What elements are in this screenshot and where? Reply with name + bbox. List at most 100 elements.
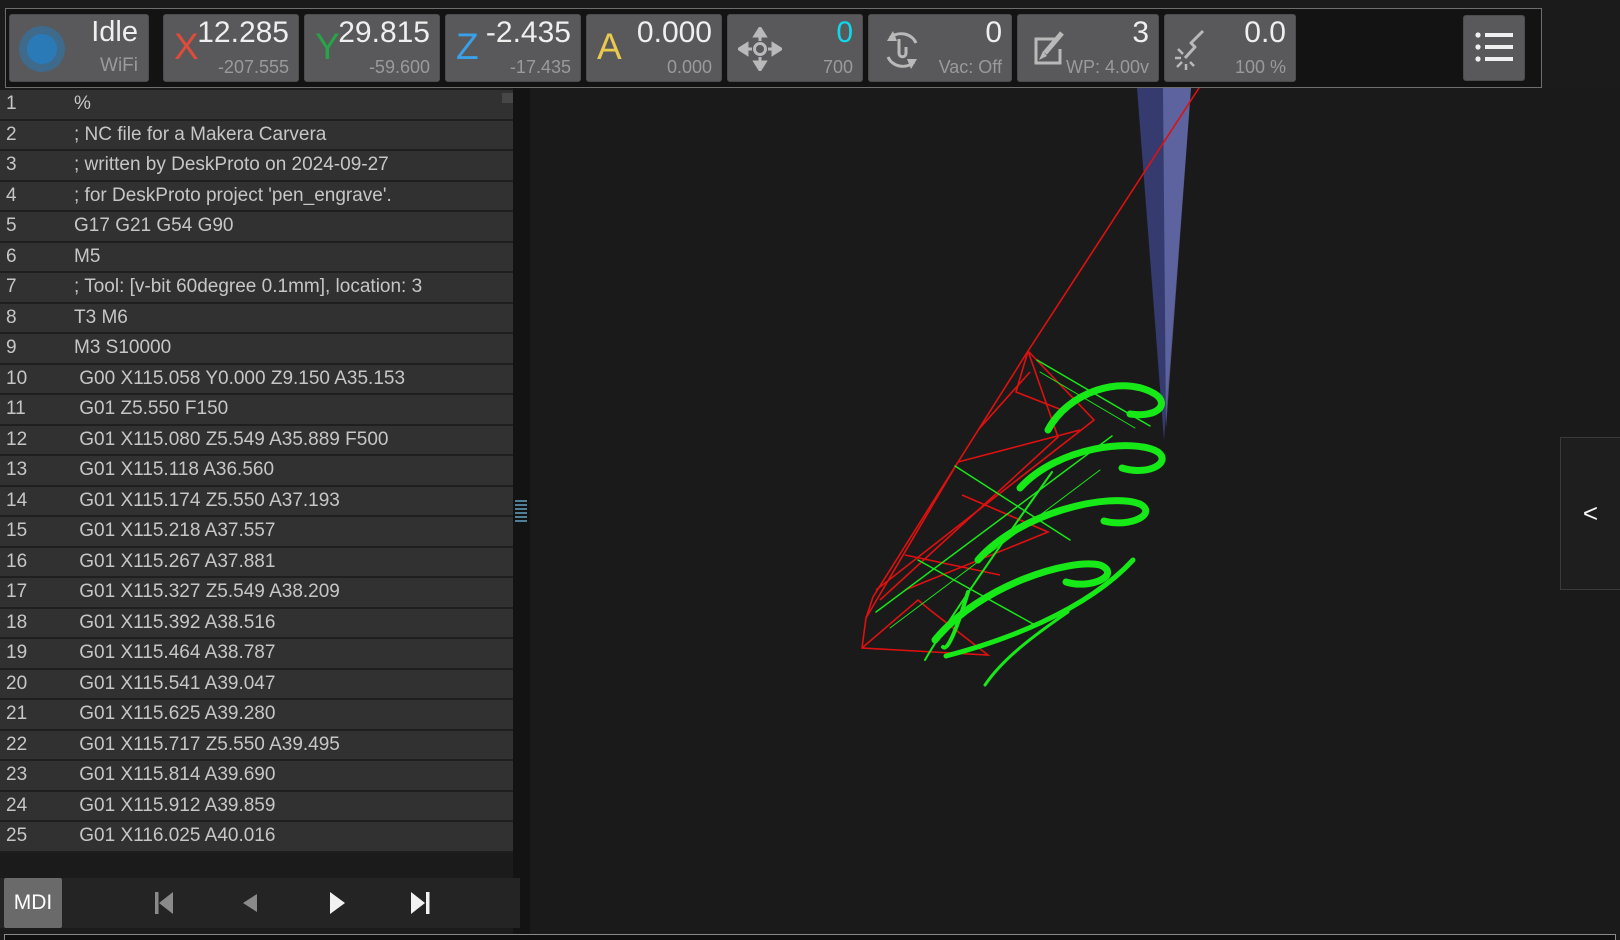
gcode-line-number: 12 — [0, 429, 74, 451]
gcode-line-text: G01 X115.464 A38.787 — [74, 642, 275, 664]
gcode-panel: 1 % 2 ; NC file for a Makera Carvera 3 ;… — [0, 90, 513, 855]
spindle-value: 0 — [985, 16, 1002, 50]
laser-value: 0.0 — [1244, 16, 1286, 50]
gcode-line[interactable]: 15 G01 X115.218 A37.557 — [0, 517, 513, 548]
axis-letter-z: Z — [456, 25, 479, 69]
gcode-line-number: 17 — [0, 581, 74, 603]
gcode-line[interactable]: 9 M3 S10000 — [0, 334, 513, 365]
gcode-line-number: 10 — [0, 368, 74, 390]
gcode-line[interactable]: 3 ; written by DeskProto on 2024-09-27 — [0, 151, 513, 182]
gcode-line[interactable]: 14 G01 X115.174 Z5.550 A37.193 — [0, 487, 513, 518]
axis-panel-a[interactable]: A 0.000 0.000 — [586, 14, 722, 82]
menu-button[interactable] — [1463, 15, 1525, 81]
gcode-line-text: G01 X115.218 A37.557 — [74, 520, 275, 542]
gcode-line[interactable]: 6 M5 — [0, 243, 513, 274]
skip-to-start-button[interactable] — [146, 887, 180, 919]
laser-icon — [1175, 27, 1219, 76]
gcode-line[interactable]: 24 G01 X115.912 A39.859 — [0, 792, 513, 823]
axis-secondary-z: -17.435 — [510, 57, 571, 78]
play-button[interactable] — [319, 887, 353, 919]
gcode-line[interactable]: 23 G01 X115.814 A39.690 — [0, 761, 513, 792]
gcode-list: 1 % 2 ; NC file for a Makera Carvera 3 ;… — [0, 90, 513, 853]
wp-voltage: WP: 4.00v — [1066, 57, 1149, 78]
gcode-line-number: 15 — [0, 520, 74, 542]
gcode-line[interactable]: 8 T3 M6 — [0, 304, 513, 335]
axis-panel-z[interactable]: Z -2.435 -17.435 — [445, 14, 581, 82]
gcode-line-number: 2 — [0, 124, 74, 146]
axis-letter-x: X — [174, 25, 199, 69]
gcode-line[interactable]: 21 G01 X115.625 A39.280 — [0, 700, 513, 731]
feed-moves — [876, 360, 1162, 685]
gcode-line-number: 16 — [0, 551, 74, 573]
gcode-line[interactable]: 1 % — [0, 90, 513, 121]
tool-edit-icon — [1028, 27, 1070, 74]
axis-value-a: 0.000 — [637, 16, 712, 50]
mdi-input-field[interactable] — [4, 934, 1616, 940]
gcode-line[interactable]: 16 G01 X115.267 A37.881 — [0, 548, 513, 579]
skip-to-end-button[interactable] — [404, 887, 438, 919]
gcode-line[interactable]: 2 ; NC file for a Makera Carvera — [0, 121, 513, 152]
panel-splitter[interactable] — [513, 88, 530, 940]
gcode-line-text: G01 X115.717 Z5.550 A39.495 — [74, 734, 340, 756]
app-root: Idle WiFi X 12.285 -207.555 Y 29.815 -59… — [0, 0, 1620, 940]
gcode-line-number: 18 — [0, 612, 74, 634]
gcode-line-text: M5 — [74, 246, 100, 268]
panel-laser[interactable]: 0.0 100 % — [1164, 14, 1296, 82]
gcode-line[interactable]: 17 G01 X115.327 Z5.549 A38.209 — [0, 578, 513, 609]
gcode-line[interactable]: 12 G01 X115.080 Z5.549 A35.889 F500 — [0, 426, 513, 457]
gcode-line[interactable]: 11 G01 Z5.550 F150 — [0, 395, 513, 426]
gcode-line-text: G01 X115.327 Z5.549 A38.209 — [74, 581, 340, 603]
step-back-icon — [233, 907, 267, 922]
axis-panel-x[interactable]: X 12.285 -207.555 — [163, 14, 299, 82]
top-status-bar: Idle WiFi X 12.285 -207.555 Y 29.815 -59… — [5, 8, 1542, 88]
mdi-button[interactable]: MDI — [4, 878, 62, 928]
gcode-line[interactable]: 22 G01 X115.717 Z5.550 A39.495 — [0, 731, 513, 762]
gcode-line-text: ; NC file for a Makera Carvera — [74, 124, 326, 146]
connection-type-label: WiFi — [100, 55, 138, 77]
gcode-line-text: G01 X115.541 A39.047 — [74, 673, 275, 695]
gcode-line[interactable]: 13 G01 X115.118 A36.560 — [0, 456, 513, 487]
gcode-line-number: 22 — [0, 734, 74, 756]
panel-jog[interactable]: 0 700 — [727, 14, 863, 82]
axis-panel-y[interactable]: Y 29.815 -59.600 — [304, 14, 440, 82]
connection-status-icon — [19, 26, 65, 72]
axis-letter-y: Y — [315, 25, 340, 69]
gcode-line-number: 24 — [0, 795, 74, 817]
panel-machine-status[interactable]: Idle WiFi — [9, 14, 149, 82]
gcode-line-text: G01 X115.814 A39.690 — [74, 764, 275, 786]
gcode-line-text: ; for DeskProto project 'pen_engrave'. — [74, 185, 392, 207]
gcode-line[interactable]: 20 G01 X115.541 A39.047 — [0, 670, 513, 701]
gcode-line[interactable]: 25 G01 X116.025 A40.016 — [0, 822, 513, 853]
gcode-line[interactable]: 10 G00 X115.058 Y0.000 Z9.150 A35.153 — [0, 365, 513, 396]
gcode-line[interactable]: 19 G01 X115.464 A38.787 — [0, 639, 513, 670]
toolpath-viewport[interactable] — [530, 88, 1620, 940]
gcode-line[interactable]: 7 ; Tool: [v-bit 60degree 0.1mm], locati… — [0, 273, 513, 304]
gcode-line-text: G00 X115.058 Y0.000 Z9.150 A35.153 — [74, 368, 405, 390]
axis-secondary-y: -59.600 — [369, 57, 430, 78]
gcode-line-number: 21 — [0, 703, 74, 725]
panel-tool[interactable]: 3 WP: 4.00v — [1017, 14, 1159, 82]
gcode-line-text: G01 X115.118 A36.560 — [74, 459, 274, 481]
splitter-grip-icon[interactable] — [515, 498, 527, 524]
gcode-line[interactable]: 4 ; for DeskProto project 'pen_engrave'. — [0, 182, 513, 213]
vacuum-status: Vac: Off — [939, 57, 1002, 78]
laser-power: 100 % — [1235, 57, 1286, 78]
gcode-line-text: G01 X115.174 Z5.550 A37.193 — [74, 490, 340, 512]
gcode-line-number: 23 — [0, 764, 74, 786]
jog-speed-value: 700 — [823, 57, 853, 78]
gcode-line[interactable]: 18 G01 X115.392 A38.516 — [0, 609, 513, 640]
axis-value-x: 12.285 — [197, 16, 289, 50]
gcode-line-text: T3 M6 — [74, 307, 128, 329]
gcode-line-number: 8 — [0, 307, 74, 329]
side-panel-expand-tab[interactable]: < — [1560, 437, 1620, 590]
gcode-line[interactable]: 5 G17 G21 G54 G90 — [0, 212, 513, 243]
step-back-button[interactable] — [233, 887, 267, 919]
gcode-line-text: % — [74, 93, 91, 115]
gcode-line-number: 19 — [0, 642, 74, 664]
gcode-line-number: 9 — [0, 337, 74, 359]
gcode-line-text: ; Tool: [v-bit 60degree 0.1mm], location… — [74, 276, 422, 298]
gcode-line-text: G17 G21 G54 G90 — [74, 215, 234, 237]
panel-spindle[interactable]: 0 Vac: Off — [868, 14, 1012, 82]
chevron-left-icon: < — [1583, 498, 1598, 529]
tool-number: 3 — [1132, 16, 1149, 50]
